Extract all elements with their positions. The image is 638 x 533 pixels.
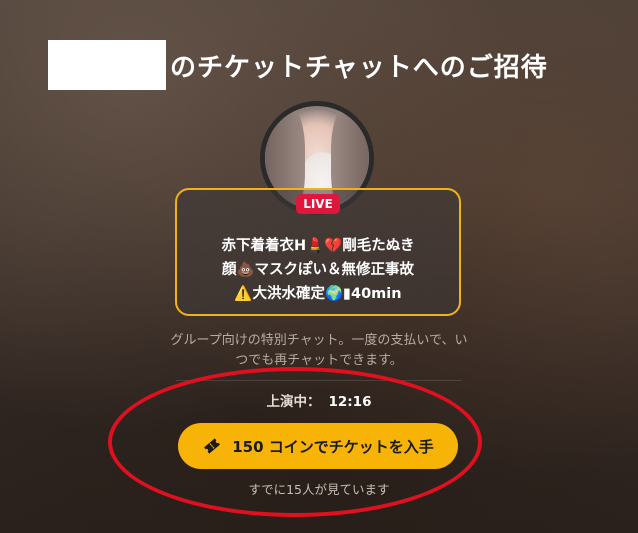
description-line-3: ⚠️大洪水確定🌍▮40min [234,286,402,302]
description-line-1: 赤下着着衣H💄💔剛毛たぬき [221,238,415,254]
ticket-icon [202,436,222,456]
page-title: のチケットチャットへのご招待 [170,52,548,83]
showtime-value: 12:16 [328,394,372,410]
page-title-row: のチケットチャットへのご招待 [48,40,548,90]
live-badge: LIVE [296,194,340,214]
showtime-label: 上演中： [266,394,321,410]
divider [176,380,462,381]
showtime-row: 上演中： 12:16 [0,390,638,410]
get-ticket-label: 150 コインでチケットを入手 [232,437,434,456]
description-line-2: 顔💩マスクぽい＆無修正事故 [221,262,415,278]
viewer-count: すでに15人が見ています [248,482,390,497]
get-ticket-button[interactable]: 150 コインでチケットを入手 [178,423,458,469]
chat-info-text: グループ向けの特別チャット。一度の支払いで、いつでも再チャットできます。 [170,333,468,368]
redacted-username [48,40,166,90]
show-description: 赤下着着衣H💄💔剛毛たぬき 顔💩マスクぽい＆無修正事故 ⚠️大洪水確定🌍▮40m… [177,234,459,306]
